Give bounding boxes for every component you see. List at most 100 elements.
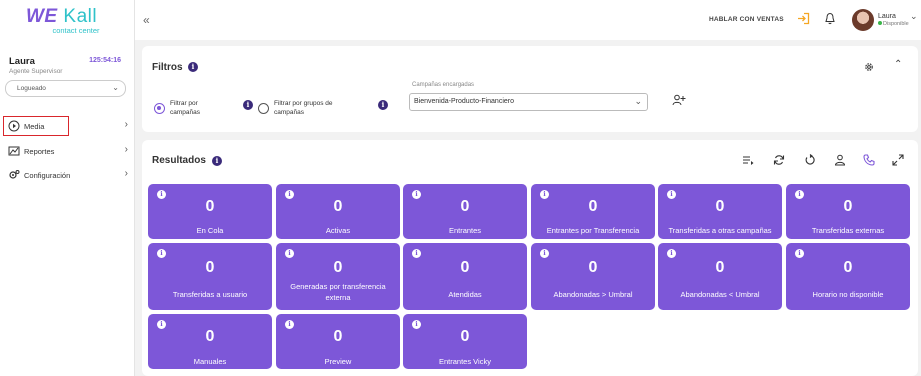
tile-label: Transferidas a usuario xyxy=(172,290,248,299)
stat-tile-horario-no-disponible[interactable]: i 0 Horario no disponible xyxy=(786,243,910,310)
logo-we: WE xyxy=(26,6,58,27)
chevron-up-icon[interactable]: ⌃ xyxy=(894,59,902,70)
tile-label: Activas xyxy=(325,226,351,235)
sidebar-item-media[interactable]: Media › xyxy=(3,116,131,136)
settings-icon xyxy=(9,170,20,179)
stat-tile-entrantes-transferencia[interactable]: i 0 Entrantes por Transferencia xyxy=(531,184,655,239)
stat-tile-transferidas-otras-campanas[interactable]: i 0 Transferidas a otras campañas xyxy=(658,184,782,239)
info-icon[interactable]: i xyxy=(157,249,166,258)
user-icon[interactable] xyxy=(834,154,846,166)
stat-tile-entrantes-vicky[interactable]: i 0 Entrantes Vicky xyxy=(403,314,527,369)
stat-tile-atendidas[interactable]: i 0 Atendidas xyxy=(403,243,527,310)
radio-filter-groups-label: Filtrar por grupos de campañas xyxy=(274,100,333,116)
tile-label: Abandonadas < Umbral xyxy=(680,290,760,299)
tile-value: 0 xyxy=(333,198,343,215)
stat-tile-entrantes[interactable]: i 0 Entrantes xyxy=(403,184,527,239)
wekall-logo[interactable]: WE Kall contact center xyxy=(26,6,116,35)
tile-value: 0 xyxy=(460,198,470,215)
radio-filter-campaigns-label: Filtrar por campañas xyxy=(170,100,200,116)
stat-tile-generadas-transferencia-externa[interactable]: i 0 Generadas por transferencia externa xyxy=(276,243,400,310)
info-icon[interactable]: i xyxy=(188,62,198,72)
talk-to-sales-link[interactable]: HABLAR CON VENTAS xyxy=(709,16,784,23)
bell-icon[interactable] xyxy=(824,12,836,25)
phone-icon[interactable] xyxy=(863,154,875,166)
tile-value: 0 xyxy=(205,328,215,345)
chevron-right-icon: › xyxy=(124,144,128,155)
sidebar: WE Kall contact center Laura Agente Supe… xyxy=(0,0,135,376)
tile-value: 0 xyxy=(460,259,470,276)
tile-label: Abandonadas > Umbral xyxy=(553,290,633,299)
logo-kall: Kall xyxy=(63,6,98,27)
refresh-icon[interactable] xyxy=(773,154,785,166)
radio-filter-campaigns[interactable] xyxy=(154,103,165,114)
logo-tagline: contact center xyxy=(52,26,100,35)
stat-tile-transferidas-externas[interactable]: i 0 Transferidas externas xyxy=(786,184,910,239)
sidebar-item-label: Media xyxy=(24,122,45,131)
stat-tile-en-cola[interactable]: i 0 En Cola xyxy=(148,184,272,239)
info-icon[interactable]: i xyxy=(285,249,294,258)
info-icon[interactable]: i xyxy=(795,249,804,258)
stat-tile-activas[interactable]: i 0 Activas xyxy=(276,184,400,239)
tile-label: Generadas por transferencia externa xyxy=(290,282,386,302)
top-user-status: Disponible xyxy=(878,21,909,27)
reset-icon[interactable] xyxy=(804,154,816,166)
add-user-icon[interactable] xyxy=(672,94,686,106)
status-dot xyxy=(878,21,882,25)
results-title: Resultados xyxy=(152,155,206,166)
stat-tile-transferidas-usuario[interactable]: i 0 Transferidas a usuario xyxy=(148,243,272,310)
tile-value: 0 xyxy=(333,259,343,276)
info-icon[interactable]: i xyxy=(212,156,222,166)
stat-tile-abandonadas-mayor-umbral[interactable]: i 0 Abandonadas > Umbral xyxy=(531,243,655,310)
tile-value: 0 xyxy=(588,198,598,215)
chevron-down-icon: ⌄ xyxy=(112,83,119,92)
tile-value: 0 xyxy=(715,198,725,215)
chevron-right-icon: › xyxy=(124,168,128,179)
agent-role: Agente Supervisor xyxy=(9,68,63,75)
filters-title: Filtros xyxy=(152,62,183,73)
info-icon[interactable]: i xyxy=(243,100,253,110)
tile-label: En Cola xyxy=(196,226,224,235)
chevron-right-icon: › xyxy=(124,119,128,130)
stat-tile-preview[interactable]: i 0 Preview xyxy=(276,314,400,369)
top-user-status-text: Disponible xyxy=(883,21,909,27)
chevron-down-icon[interactable]: ⌄ xyxy=(910,11,918,22)
tile-label: Manuales xyxy=(193,357,227,366)
chart-icon xyxy=(8,146,20,156)
stat-tile-abandonadas-menor-umbral[interactable]: i 0 Abandonadas < Umbral xyxy=(658,243,782,310)
agent-info: Laura Agente Supervisor 125:54:16 xyxy=(9,56,124,75)
login-icon[interactable] xyxy=(797,12,810,25)
sidebar-item-label: Reportes xyxy=(24,147,55,156)
tile-value: 0 xyxy=(843,259,853,276)
tile-value: 0 xyxy=(715,259,725,276)
tile-label: Entrantes Vicky xyxy=(439,357,491,366)
sidebar-item-configuracion[interactable]: Configuración › xyxy=(3,165,131,185)
info-icon[interactable]: i xyxy=(378,100,388,110)
top-user-name: Laura xyxy=(878,13,896,20)
avatar[interactable] xyxy=(852,9,874,31)
list-icon[interactable] xyxy=(742,154,754,166)
campaigns-select-value: Bienvenida-Producto-Financiero xyxy=(414,98,514,105)
agent-status-select[interactable]: Logueado ⌄ xyxy=(5,80,126,97)
radio-filter-groups[interactable] xyxy=(258,103,269,114)
collapse-sidebar-button[interactable]: « xyxy=(143,13,150,27)
expand-icon[interactable] xyxy=(892,154,904,166)
tile-value: 0 xyxy=(588,259,598,276)
tile-value: 0 xyxy=(843,198,853,215)
sidebar-item-reportes[interactable]: Reportes › xyxy=(3,141,131,161)
tile-value: 0 xyxy=(333,328,343,345)
campaigns-select[interactable]: Bienvenida-Producto-Financiero ⌄ xyxy=(409,93,648,111)
gear-icon[interactable] xyxy=(863,61,875,73)
info-icon[interactable]: i xyxy=(412,249,421,258)
top-bar: « HABLAR CON VENTAS Laura Disponible ⌄ xyxy=(135,0,921,40)
info-icon[interactable]: i xyxy=(540,249,549,258)
info-icon[interactable]: i xyxy=(667,249,676,258)
tile-label: Preview xyxy=(324,357,352,366)
agent-status-value: Logueado xyxy=(17,85,46,92)
tile-label: Transferidas a otras campañas xyxy=(668,226,772,235)
tile-label: Entrantes xyxy=(448,226,482,235)
filters-card: Filtros i Filtrar por campañas i Filtrar… xyxy=(142,46,918,132)
tile-label: Atendidas xyxy=(448,290,482,299)
chevron-down-icon: ⌄ xyxy=(634,96,642,106)
tile-value: 0 xyxy=(460,328,470,345)
stat-tile-manuales[interactable]: i 0 Manuales xyxy=(148,314,272,369)
